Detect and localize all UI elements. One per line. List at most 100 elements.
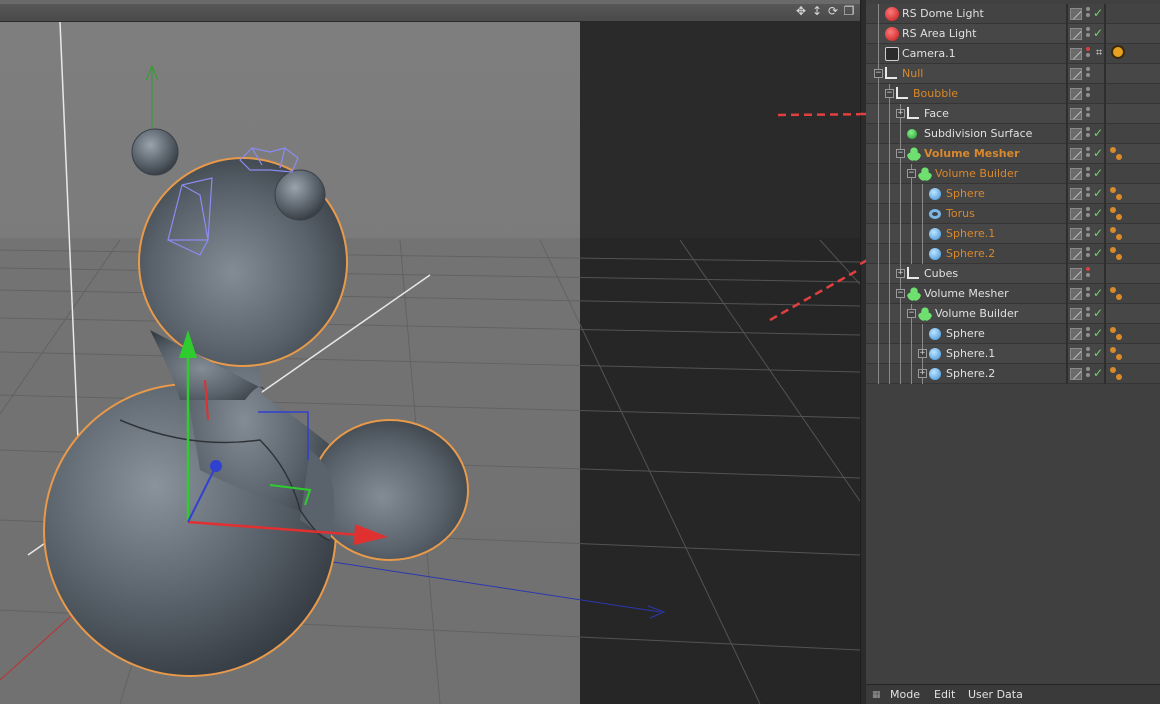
visibility-dots-icon[interactable] (1086, 127, 1091, 141)
object-name[interactable]: Torus (946, 207, 975, 220)
phong-tag-icon[interactable] (1110, 347, 1124, 361)
object-row[interactable]: Subdivision Surface ✓ (866, 124, 1160, 144)
protection-tag-icon[interactable]: ⌗ (1096, 45, 1125, 61)
menu-mode[interactable]: Mode (890, 688, 920, 701)
layer-icon[interactable] (1070, 308, 1082, 320)
visibility-dots-icon[interactable] (1086, 107, 1091, 121)
collapse-icon[interactable]: − (896, 149, 905, 158)
object-name[interactable]: Sphere (946, 327, 985, 340)
menu-edit[interactable]: Edit (934, 688, 955, 701)
layer-icon[interactable] (1070, 108, 1082, 120)
object-row[interactable]: − Volume Builder ✓ (866, 304, 1160, 324)
object-name[interactable]: Sphere.2 (946, 247, 995, 260)
layer-icon[interactable] (1070, 148, 1082, 160)
layer-icon[interactable] (1070, 188, 1082, 200)
zoom-icon[interactable]: ↕ (810, 3, 824, 19)
object-name[interactable]: Volume Builder (935, 167, 1018, 180)
object-row[interactable]: + Cubes (866, 264, 1160, 284)
visibility-dots-icon[interactable] (1086, 67, 1091, 81)
object-name[interactable]: RS Dome Light (902, 7, 984, 20)
layer-icon[interactable] (1070, 88, 1082, 100)
collapse-icon[interactable]: − (896, 289, 905, 298)
phong-tag-icon[interactable] (1110, 147, 1124, 161)
object-name[interactable]: Sphere.2 (946, 367, 995, 380)
object-row[interactable]: Torus ✓ (866, 204, 1160, 224)
visibility-dots-icon[interactable] (1086, 187, 1091, 201)
layer-icon[interactable] (1070, 228, 1082, 240)
layer-icon[interactable] (1070, 8, 1082, 20)
object-row[interactable]: − Volume Mesher ✓ (866, 144, 1160, 164)
rotate-icon[interactable]: ⟳ (826, 3, 840, 19)
enabled-check-icon[interactable]: ✓ (1093, 366, 1103, 380)
layer-icon[interactable] (1070, 348, 1082, 360)
object-row[interactable]: + Sphere.1 ✓ (866, 344, 1160, 364)
object-row[interactable]: + Sphere.2 ✓ (866, 364, 1160, 384)
layer-icon[interactable] (1070, 328, 1082, 340)
collapse-icon[interactable]: − (874, 69, 883, 78)
phong-tag-icon[interactable] (1110, 287, 1124, 301)
expand-icon[interactable]: + (918, 369, 927, 378)
object-name[interactable]: Volume Builder (935, 307, 1018, 320)
enabled-check-icon[interactable]: ✓ (1093, 166, 1103, 180)
visibility-dots-icon[interactable] (1086, 247, 1091, 261)
object-name[interactable]: Volume Mesher (924, 287, 1009, 300)
visibility-dots-icon[interactable] (1086, 307, 1091, 321)
enabled-check-icon[interactable]: ✓ (1093, 206, 1103, 220)
phong-tag-icon[interactable] (1110, 207, 1124, 221)
grip-icon[interactable]: ▦ (872, 690, 881, 700)
object-row[interactable]: Camera.1 ⌗ (866, 44, 1160, 64)
layer-icon[interactable] (1070, 128, 1082, 140)
object-row[interactable]: + Face (866, 104, 1160, 124)
enabled-check-icon[interactable]: ✓ (1093, 346, 1103, 360)
maximize-icon[interactable]: ❐ (842, 3, 856, 19)
object-name[interactable]: Camera.1 (902, 47, 956, 60)
object-row[interactable]: Sphere.2 ✓ (866, 244, 1160, 264)
enabled-check-icon[interactable]: ✓ (1093, 226, 1103, 240)
enabled-check-icon[interactable]: ✓ (1093, 186, 1103, 200)
object-row[interactable]: Sphere ✓ (866, 324, 1160, 344)
object-tree[interactable]: RS Dome Light ✓ RS Area Light ✓ Camera.1 ⌗ − Nu… (866, 4, 1160, 384)
visibility-dots-icon[interactable] (1086, 47, 1091, 61)
object-name[interactable]: Volume Mesher (924, 147, 1020, 160)
visibility-dots-icon[interactable] (1086, 7, 1091, 21)
layer-icon[interactable] (1070, 68, 1082, 80)
enabled-check-icon[interactable]: ✓ (1093, 326, 1103, 340)
enabled-check-icon[interactable]: ✓ (1093, 306, 1103, 320)
enabled-check-icon[interactable]: ✓ (1093, 26, 1103, 40)
layer-icon[interactable] (1070, 168, 1082, 180)
visibility-dots-icon[interactable] (1086, 327, 1091, 341)
visibility-dots-icon[interactable] (1086, 227, 1091, 241)
layer-icon[interactable] (1070, 248, 1082, 260)
visibility-dots-icon[interactable] (1086, 367, 1091, 381)
object-name[interactable]: RS Area Light (902, 27, 976, 40)
collapse-icon[interactable]: − (907, 309, 916, 318)
object-name[interactable]: Face (924, 107, 949, 120)
object-name[interactable]: Sphere.1 (946, 347, 995, 360)
visibility-dots-icon[interactable] (1086, 287, 1091, 301)
visibility-dots-icon[interactable] (1086, 267, 1091, 281)
object-row[interactable]: − Null (866, 64, 1160, 84)
object-name[interactable]: Sphere.1 (946, 227, 995, 240)
object-name[interactable]: Cubes (924, 267, 958, 280)
layer-icon[interactable] (1070, 288, 1082, 300)
object-row[interactable]: − Volume Builder ✓ (866, 164, 1160, 184)
object-row[interactable]: − Volume Mesher ✓ (866, 284, 1160, 304)
object-row[interactable]: Sphere ✓ (866, 184, 1160, 204)
expand-icon[interactable]: + (918, 349, 927, 358)
object-row[interactable]: RS Area Light ✓ (866, 24, 1160, 44)
object-row[interactable]: RS Dome Light ✓ (866, 4, 1160, 24)
enabled-check-icon[interactable]: ✓ (1093, 126, 1103, 140)
layer-icon[interactable] (1070, 368, 1082, 380)
object-name[interactable]: Boubble (913, 87, 958, 100)
visibility-dots-icon[interactable] (1086, 347, 1091, 361)
viewport-scene[interactable] (0, 22, 860, 704)
object-manager[interactable]: RS Dome Light ✓ RS Area Light ✓ Camera.1 ⌗ − Nu… (866, 0, 1160, 704)
enabled-check-icon[interactable]: ✓ (1093, 286, 1103, 300)
visibility-dots-icon[interactable] (1086, 207, 1091, 221)
visibility-dots-icon[interactable] (1086, 87, 1091, 101)
object-row[interactable]: − Boubble (866, 84, 1160, 104)
expand-icon[interactable]: + (896, 269, 905, 278)
layer-icon[interactable] (1070, 208, 1082, 220)
enabled-check-icon[interactable]: ✓ (1093, 246, 1103, 260)
3d-viewport[interactable]: ✥ ↕ ⟳ ❐ (0, 0, 860, 704)
